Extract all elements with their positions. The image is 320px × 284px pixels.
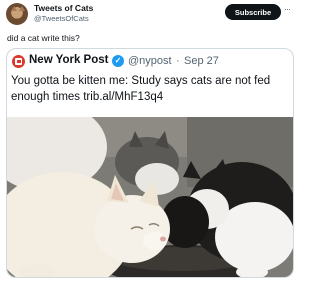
- quoted-tweet-date: Sep 27: [184, 55, 219, 67]
- separator-dot: ·: [176, 55, 180, 67]
- quoted-author-name: New York Post: [29, 54, 109, 66]
- subscribe-button[interactable]: Subscribe: [225, 4, 281, 20]
- cats-eating-photo[interactable]: [7, 117, 294, 278]
- verified-check-icon: ✓: [112, 55, 124, 67]
- tweet-text: did a cat write this?: [7, 33, 80, 43]
- quoted-tweet-card[interactable]: New York Post ✓ @nypost · Sep 27 You got…: [6, 48, 294, 278]
- quoted-author-handle: @nypost: [128, 55, 172, 67]
- more-options-icon[interactable]: ···: [284, 4, 291, 14]
- cat-avatar-icon[interactable]: [6, 3, 28, 25]
- quoted-tweet-text: You gotta be kitten me: Study says cats …: [11, 75, 271, 103]
- tweet-header: Tweets of Cats @TweetsOfCats Subscribe ·…: [0, 0, 300, 28]
- author-handle[interactable]: @TweetsOfCats: [34, 14, 89, 23]
- author-name[interactable]: Tweets of Cats: [34, 3, 93, 13]
- new-york-post-logo: [12, 55, 25, 68]
